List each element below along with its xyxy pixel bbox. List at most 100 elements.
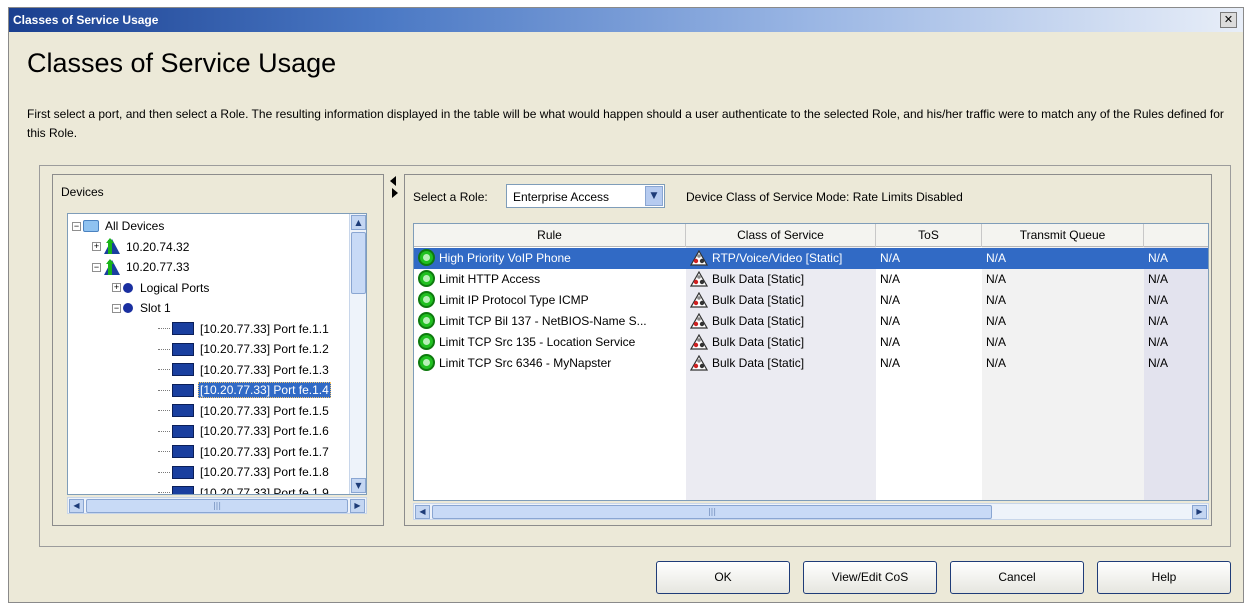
cancel-button[interactable]: Cancel [950,561,1084,594]
column-header[interactable]: Rule [414,224,686,247]
view-edit-cos-button[interactable]: View/Edit CoS [803,561,937,594]
collapse-icon[interactable]: − [92,262,101,272]
class-of-service-icon [690,249,709,266]
tree-node[interactable]: − 10.20.77.33 [92,257,191,277]
table-row[interactable]: High Priority VoIP Phone RTP/Voice/Video … [414,248,1208,269]
table-header: Rule Class of Service ToS Transmit Queue [414,224,1208,247]
role-select[interactable]: Enterprise Access ▼ [506,184,665,208]
tree-node[interactable]: [10.20.77.33] Port fe.1.3 [158,360,331,380]
tree-node[interactable]: [10.20.77.33] Port fe.1.4 [158,380,331,400]
scroll-thumb[interactable]: ||| [432,505,992,519]
tree-node[interactable]: [10.20.77.33] Port fe.1.6 [158,421,331,441]
transmit-queue-cell-text: N/A [986,251,1007,265]
cos-cell-text: Bulk Data [Static] [712,293,805,307]
tree-node[interactable]: [10.20.77.33] Port fe.1.9 [158,483,331,495]
scroll-right-icon[interactable]: ▶ [1192,505,1207,519]
tos-cell-text: N/A [880,335,901,349]
column-header[interactable]: Transmit Queue [982,224,1144,247]
port-icon [172,322,194,335]
tree-node-label: [10.20.77.33] Port fe.1.7 [200,444,329,459]
device-icon [103,258,121,276]
tree-horizontal-scrollbar[interactable]: ◀ ||| ▶ [67,497,367,514]
scroll-left-icon[interactable]: ◀ [415,505,430,519]
collapse-icon[interactable]: − [112,303,121,313]
port-icon [172,424,194,438]
tree-node-label: Slot 1 [140,301,171,315]
close-icon[interactable]: ✕ [1220,12,1237,28]
expand-icon[interactable]: + [92,242,101,251]
collapse-right-icon[interactable] [392,188,398,198]
rule-cell: High Priority VoIP Phone [418,248,684,269]
chevron-down-icon[interactable]: ▼ [645,186,663,206]
tree-node[interactable]: [10.20.77.33] Port fe.1.2 [158,339,331,359]
port-icon [172,465,194,479]
tree-node[interactable]: + Logical Ports [112,278,211,298]
table-horizontal-scrollbar[interactable]: ◀ ||| ▶ [413,503,1209,520]
extra-cell: N/A [1148,269,1208,290]
tree-node-label: Logical Ports [140,280,210,295]
table-row[interactable]: Limit HTTP Access Bulk Data [Static] N/A N/… [414,269,1208,290]
class-of-service-icon [690,291,709,308]
scroll-right-icon[interactable]: ▶ [350,499,365,513]
ok-button[interactable]: OK [656,561,790,594]
devices-panel: Devices ▲ ▼ − All Devices +10.20.74.32 − 10.… [52,174,384,526]
table-row[interactable]: Limit TCP Src 135 - Location Service Bulk… [414,332,1208,353]
table-row[interactable]: Limit IP Protocol Type ICMP Bulk Data [St… [414,290,1208,311]
extra-cell: N/A [1148,332,1208,353]
dot-icon [123,282,133,293]
tree-vertical-scrollbar[interactable]: ▲ ▼ [349,214,366,494]
table-row[interactable]: Limit TCP Src 6346 - MyNapster Bulk Data … [414,353,1208,374]
device-icon [103,238,121,255]
tree-node[interactable]: − All Devices [72,216,166,236]
rule-cell-text: Limit TCP Src 6346 - MyNapster [439,356,612,370]
port-icon [172,445,194,458]
tree-node[interactable]: − Slot 1 [112,298,173,318]
expand-icon[interactable]: + [112,283,121,292]
scroll-up-icon[interactable]: ▲ [351,215,366,230]
scroll-thumb[interactable] [351,232,366,294]
transmit-queue-cell-text: N/A [986,335,1007,349]
dot-icon [123,303,133,313]
column-header[interactable]: Class of Service [686,224,876,247]
folder-icon [83,220,99,232]
table-row[interactable]: Limit TCP Bil 137 - NetBIOS-Name S... Bul… [414,311,1208,332]
transmit-queue-cell-text: N/A [986,314,1007,328]
transmit-queue-cell: N/A [986,353,1142,374]
transmit-queue-cell: N/A [986,311,1142,332]
scroll-left-icon[interactable]: ◀ [69,499,84,513]
extra-cell: N/A [1148,311,1208,332]
cos-cell-text: Bulk Data [Static] [712,314,805,328]
transmit-queue-cell-text: N/A [986,356,1007,370]
tree-node[interactable]: [10.20.77.33] Port fe.1.7 [158,442,331,462]
tree-node[interactable]: +10.20.74.32 [92,237,191,257]
rules-table: Rule Class of Service ToS Transmit Queue Hig… [413,223,1209,501]
devices-label: Devices [61,185,104,199]
column-header[interactable]: ToS [876,224,982,247]
collapse-icon[interactable]: − [72,221,81,231]
tree-node-label: [10.20.77.33] Port fe.1.9 [200,485,329,495]
tos-cell: N/A [880,269,980,290]
page-title: Classes of Service Usage [27,48,337,78]
role-selected-value: Enterprise Access [513,190,610,204]
device-tree: ▲ ▼ − All Devices +10.20.74.32 − 10.20.77.33… [67,213,367,495]
rule-status-icon [418,249,435,267]
tree-connector [158,451,170,452]
rule-cell: Limit TCP Src 6346 - MyNapster [418,353,684,374]
collapse-left-icon[interactable] [390,176,396,186]
tree-connector [158,348,170,350]
rule-status-icon [418,354,435,372]
scroll-thumb[interactable]: ||| [86,499,348,513]
tree-node[interactable]: [10.20.77.33] Port fe.1.1 [158,319,331,339]
rule-status-icon [418,270,435,288]
window-title: Classes of Service Usage [13,13,159,27]
tree-node[interactable]: [10.20.77.33] Port fe.1.8 [158,462,331,482]
scroll-down-icon[interactable]: ▼ [351,478,366,493]
extra-cell-text: N/A [1148,356,1169,370]
tree-node[interactable]: [10.20.77.33] Port fe.1.5 [158,401,331,421]
rule-cell: Limit IP Protocol Type ICMP [418,290,684,311]
extra-cell-text: N/A [1148,293,1169,307]
column-header[interactable] [1144,224,1208,247]
tree-connector [158,471,170,473]
help-button[interactable]: Help [1097,561,1231,594]
extra-cell-text: N/A [1148,335,1169,349]
